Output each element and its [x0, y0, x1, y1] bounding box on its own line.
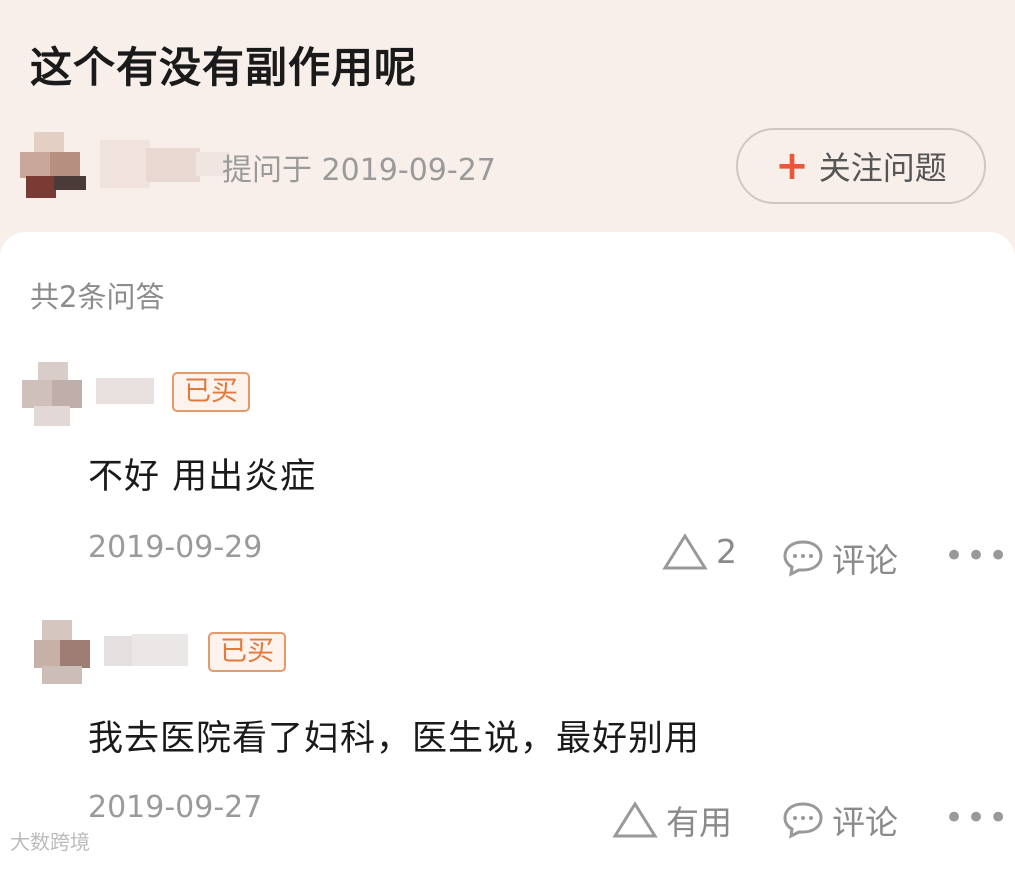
- purchased-badge: 已买: [208, 632, 286, 672]
- asker-name-blurred: [100, 140, 230, 190]
- thumb-triangle-icon: [612, 801, 658, 838]
- avatar: [22, 362, 86, 426]
- comment-button[interactable]: 评论: [782, 534, 898, 582]
- comment-icon: [783, 802, 823, 839]
- plus-icon: +: [775, 143, 809, 189]
- more-icon[interactable]: •••: [944, 798, 1010, 838]
- answers-count: 共2条问答: [30, 280, 165, 314]
- question-title: 这个有没有副作用呢: [30, 43, 418, 92]
- user-name-blurred: [104, 634, 188, 674]
- more-icon[interactable]: •••: [944, 536, 1010, 576]
- answer-text: 我去医院看了妇科，医生说，最好别用: [88, 719, 701, 759]
- asker-avatar: [20, 132, 88, 200]
- user-name-blurred: [96, 376, 154, 416]
- follow-question-button[interactable]: + 关注问题: [736, 128, 986, 204]
- comment-label: 评论: [832, 541, 898, 580]
- avatar: [34, 620, 98, 684]
- watermark: 大数跨境: [10, 830, 90, 854]
- comment-button[interactable]: 评论: [782, 796, 898, 844]
- useful-button[interactable]: 2: [662, 532, 737, 571]
- answer-text: 不好 用出炎症: [88, 457, 317, 497]
- useful-count: 2: [716, 532, 737, 571]
- answer-date: 2019-09-27: [88, 790, 263, 825]
- comment-icon: [783, 540, 823, 577]
- useful-label: 有用: [666, 803, 732, 842]
- thumb-triangle-icon: [662, 532, 708, 569]
- comment-label: 评论: [832, 803, 898, 842]
- useful-button[interactable]: 有用: [612, 796, 732, 844]
- follow-label: 关注问题: [818, 149, 947, 187]
- answer-date: 2019-09-29: [88, 530, 263, 565]
- asked-time: 提问于 2019-09-27: [222, 153, 496, 188]
- purchased-badge: 已买: [172, 372, 250, 412]
